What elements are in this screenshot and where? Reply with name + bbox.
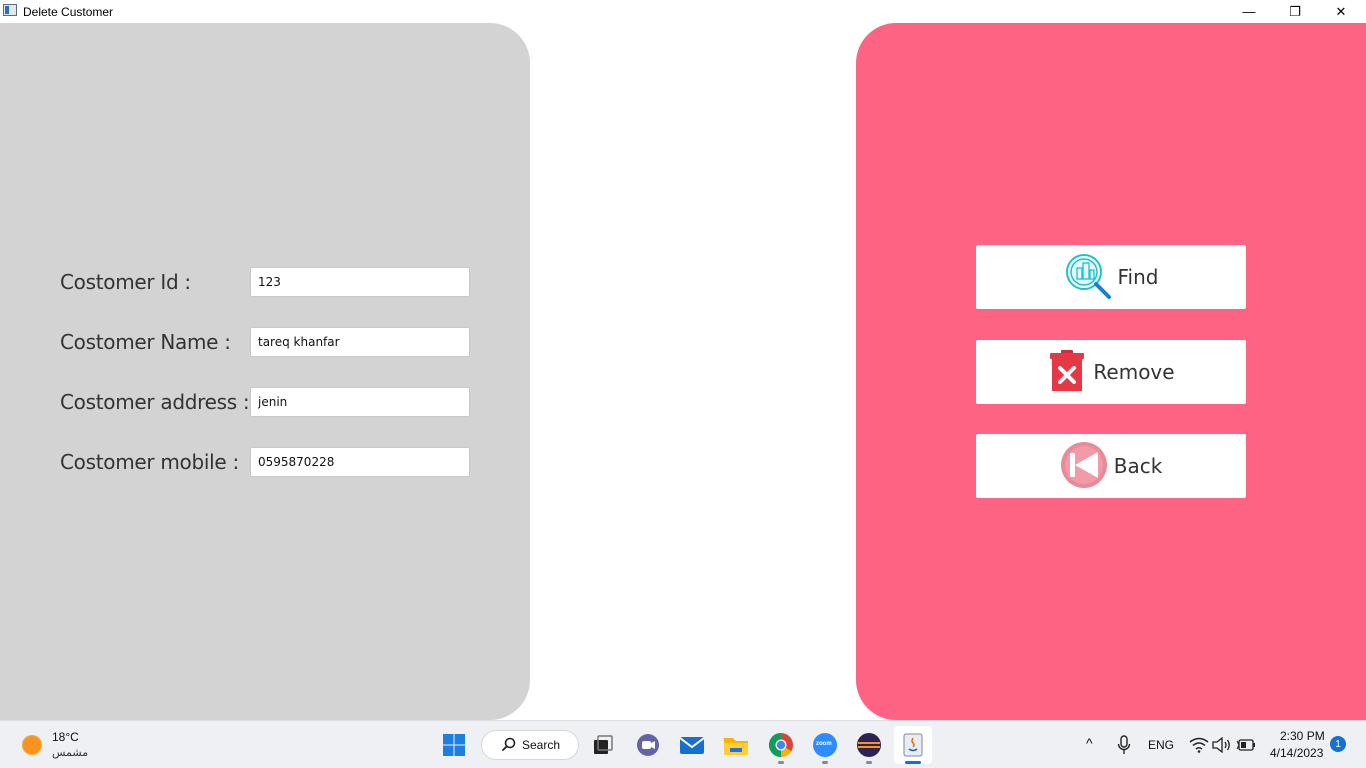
task-view-icon[interactable]: [589, 731, 617, 759]
search-label: Search: [522, 738, 561, 752]
back-button[interactable]: Back: [976, 434, 1246, 498]
remove-button[interactable]: Remove: [976, 340, 1246, 404]
customer-address-label: Costomer address :: [60, 390, 250, 414]
find-button[interactable]: Find: [976, 245, 1246, 309]
microphone-icon[interactable]: [1110, 731, 1138, 759]
customer-mobile-input[interactable]: [250, 447, 470, 477]
minimize-button[interactable]: —: [1226, 0, 1272, 23]
delete-bin-icon: [1047, 349, 1087, 396]
clock-date[interactable]: 4/14/2023: [1270, 746, 1323, 760]
eclipse-icon[interactable]: [855, 731, 883, 759]
back-button-label: Back: [1113, 454, 1163, 478]
close-button[interactable]: ✕: [1318, 0, 1364, 23]
java-app-icon[interactable]: [894, 726, 932, 764]
customer-mobile-label: Costomer mobile :: [60, 450, 239, 474]
find-button-label: Find: [1117, 265, 1159, 289]
back-skip-icon: [1060, 441, 1108, 492]
java-active-indicator: [905, 761, 921, 764]
customer-id-label: Costomer Id :: [60, 270, 191, 294]
remove-button-label: Remove: [1093, 360, 1175, 384]
weather-condition[interactable]: مشمس: [52, 746, 88, 759]
customer-id-input[interactable]: [250, 267, 470, 297]
taskbar-search[interactable]: Search: [481, 730, 579, 760]
maximize-button[interactable]: ❐: [1272, 0, 1318, 23]
customer-name-label: Costomer Name :: [60, 330, 231, 354]
app-icon: [3, 4, 17, 16]
clock-time[interactable]: 2:30 PM: [1280, 729, 1325, 743]
language-indicator[interactable]: ENG: [1148, 738, 1174, 752]
weather-temperature[interactable]: 18°C: [52, 730, 79, 744]
taskbar: 18°C مشمس Search zoom ^ ENG 2:30 PM 4/14…: [0, 720, 1366, 768]
show-hidden-icons-chevron-icon[interactable]: ^: [1086, 735, 1093, 751]
magnifier-search-icon: [1064, 252, 1112, 303]
chrome-icon[interactable]: [767, 731, 795, 759]
customer-form-panel: [0, 23, 530, 720]
search-icon: [502, 737, 516, 754]
customer-address-input[interactable]: [250, 387, 470, 417]
customer-name-input[interactable]: [250, 327, 470, 357]
weather-sun-icon[interactable]: [22, 735, 42, 755]
window-title: Delete Customer: [23, 5, 114, 19]
windows-start-icon[interactable]: [440, 731, 468, 759]
mail-icon[interactable]: [678, 731, 706, 759]
zoom-running-indicator: [822, 761, 828, 764]
notification-badge[interactable]: 1: [1330, 736, 1346, 752]
teams-chat-icon[interactable]: [634, 731, 662, 759]
zoom-app-label: zoom: [816, 741, 832, 747]
file-explorer-icon[interactable]: [722, 731, 750, 759]
battery-charging-icon[interactable]: [1232, 731, 1260, 759]
title-bar: Delete Customer — ❐ ✕: [0, 0, 1366, 23]
eclipse-running-indicator: [866, 761, 872, 764]
chrome-running-indicator: [778, 761, 784, 764]
